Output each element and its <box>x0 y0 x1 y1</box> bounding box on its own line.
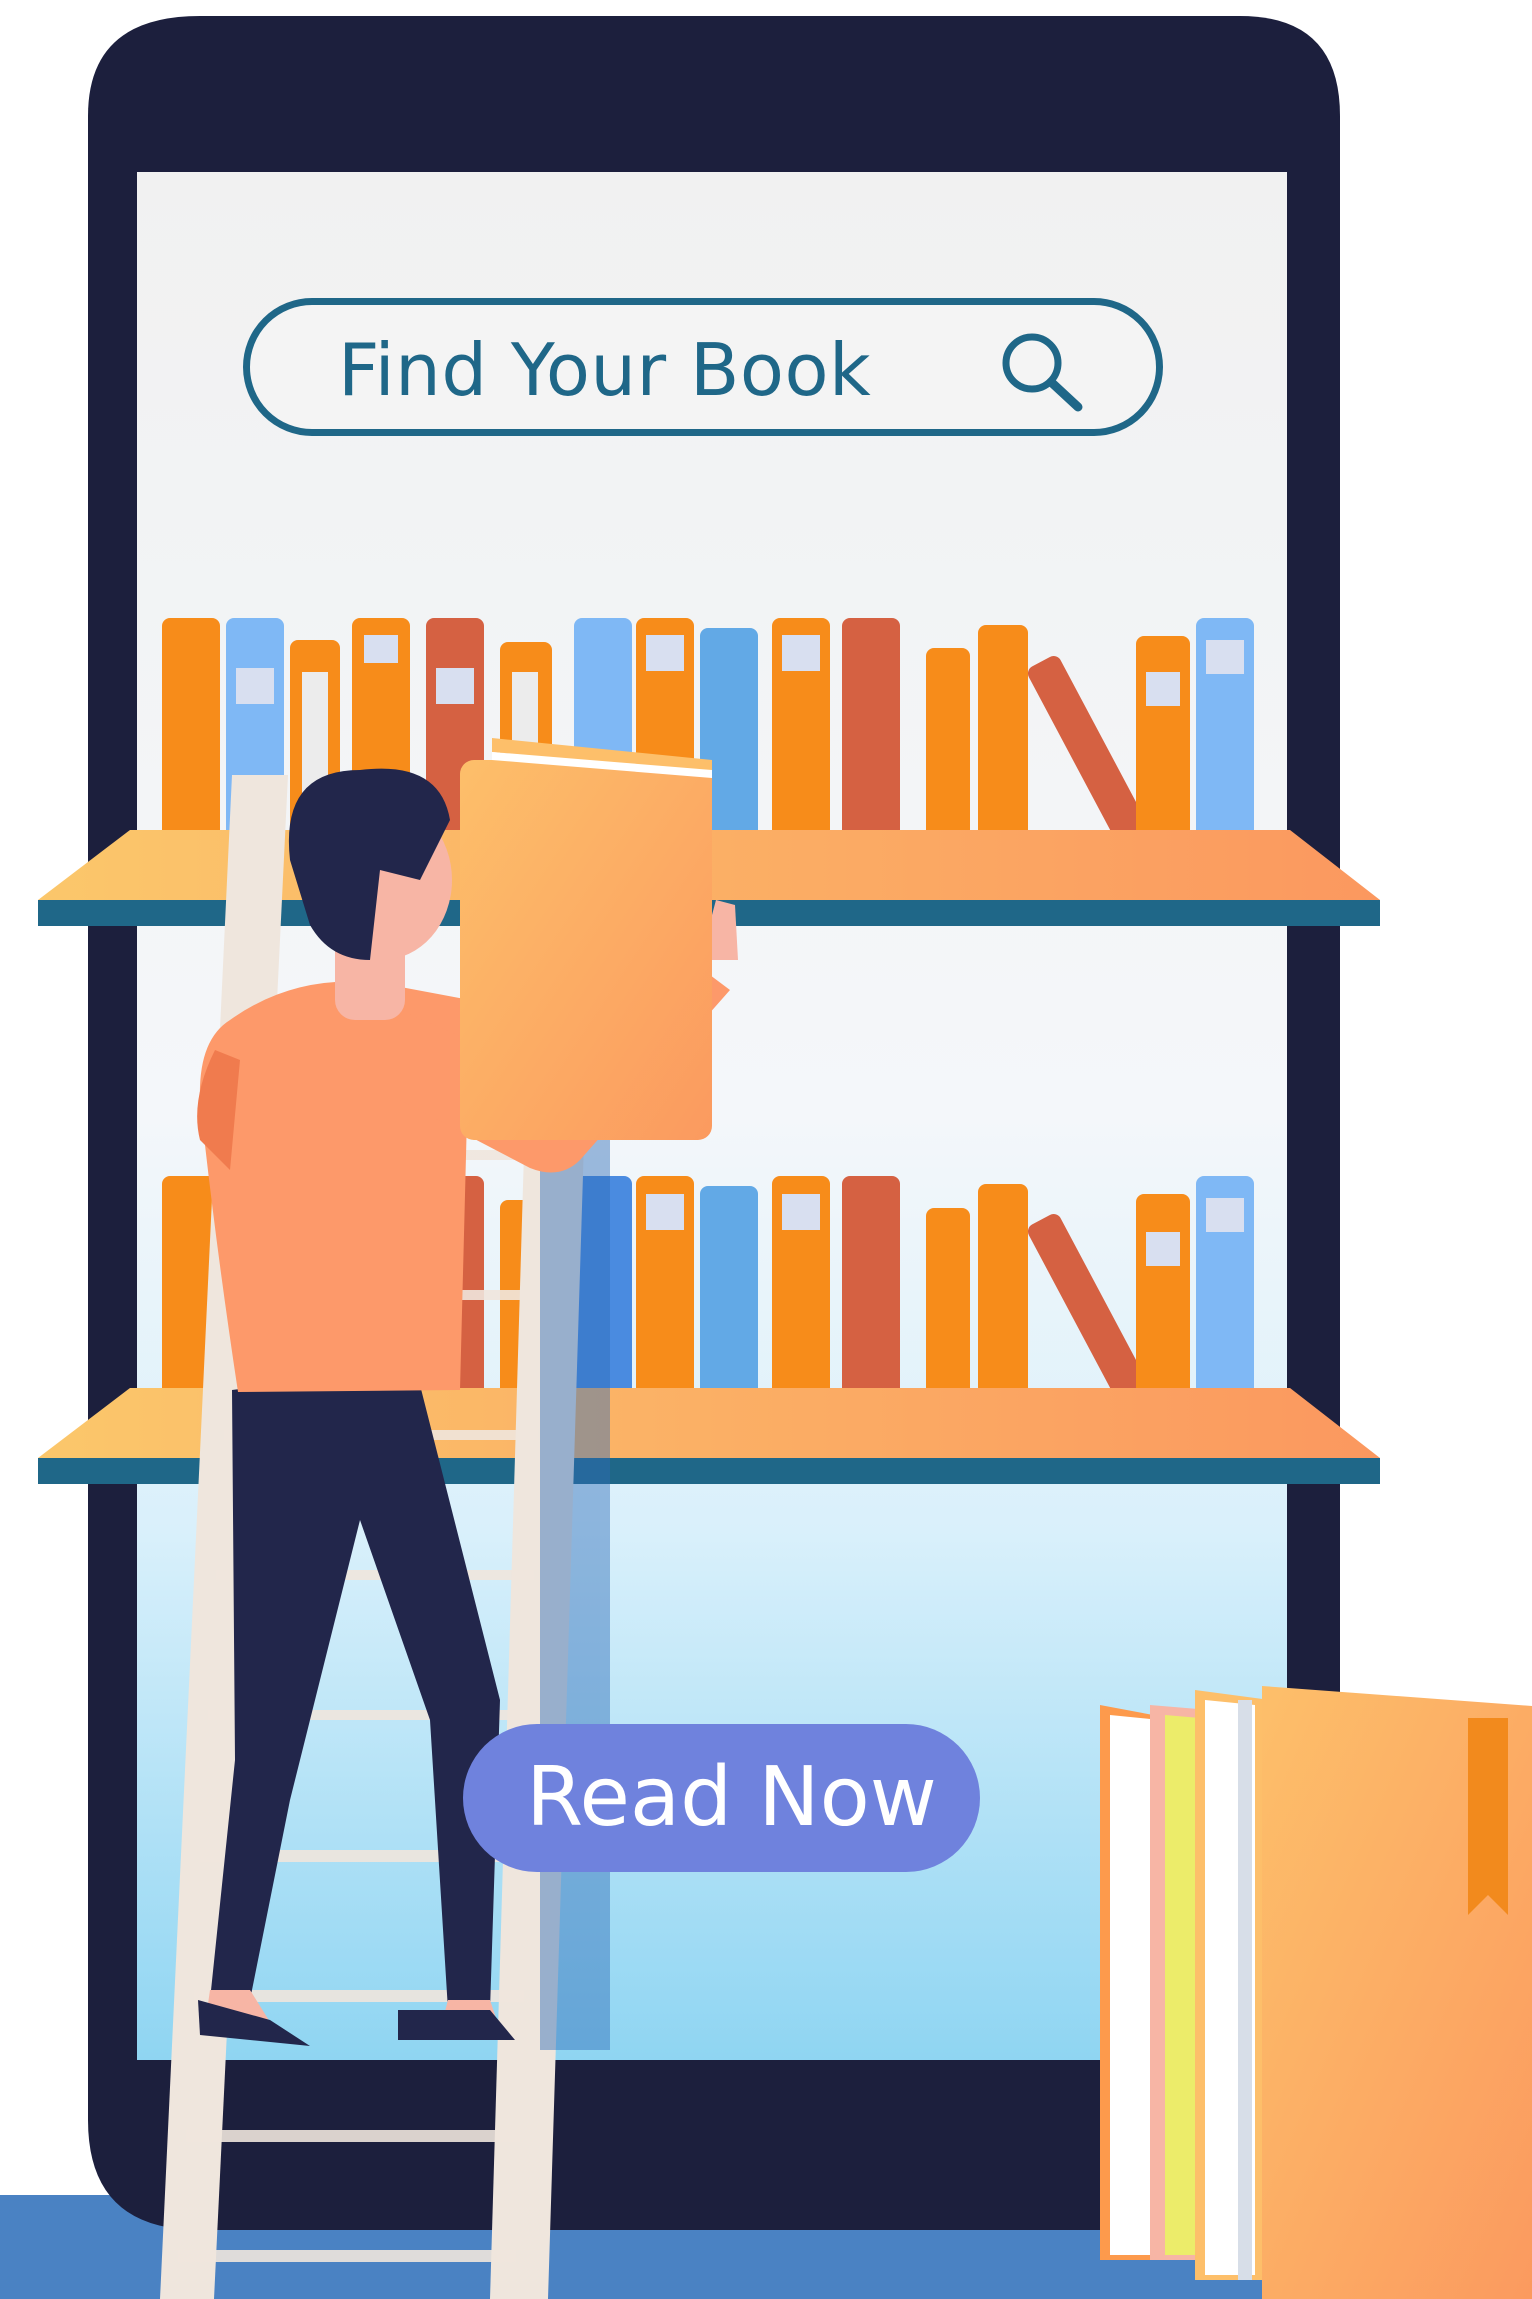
search-bar[interactable]: Find Your Book <box>243 298 1163 436</box>
search-icon[interactable] <box>996 327 1086 417</box>
read-now-button[interactable]: Read Now <box>463 1724 980 1872</box>
search-input[interactable]: Find Your Book <box>338 325 871 415</box>
book-stack <box>1100 1686 1532 2299</box>
